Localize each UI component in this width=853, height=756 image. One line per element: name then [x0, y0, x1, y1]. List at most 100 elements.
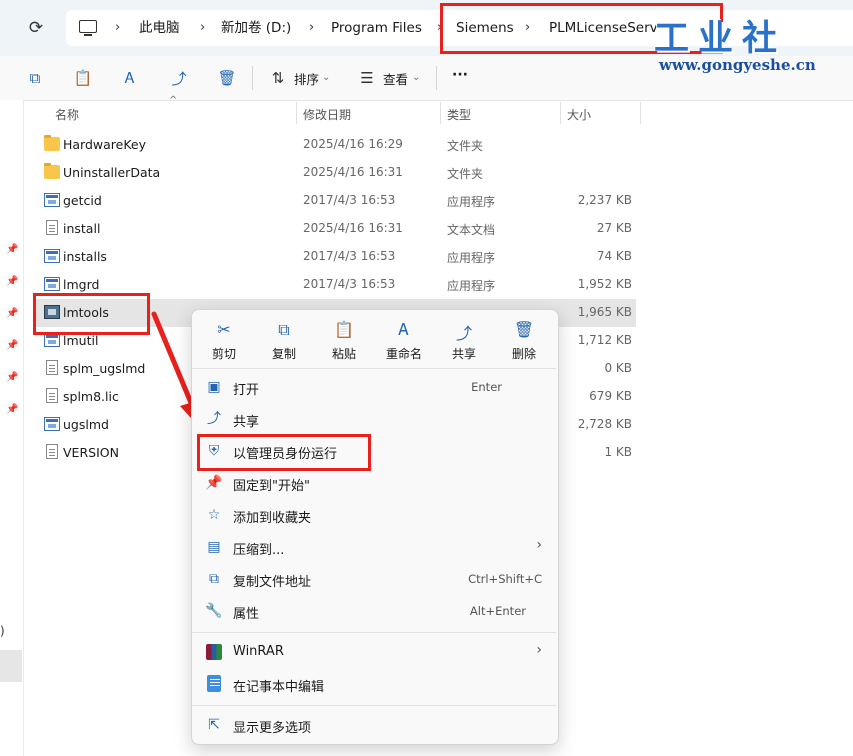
delete-icon[interactable]: 🗑: [217, 68, 237, 88]
notepad-icon: [207, 675, 221, 692]
menu-item-share[interactable]: ⤴ 共享: [192, 404, 556, 434]
breadcrumb-drive-d[interactable]: 新加卷 (D:): [221, 10, 291, 46]
rename-button[interactable]: Ꭺ 重命名: [375, 310, 433, 368]
menu-label: 添加到收藏夹: [233, 511, 312, 526]
menu-shortcut: Ctrl+Shift+C: [468, 572, 542, 586]
file-size: 27 KB: [596, 221, 632, 235]
menu-label: WinRAR: [233, 644, 284, 659]
pin-icon[interactable]: 📌: [6, 276, 18, 287]
rename-icon[interactable]: Ꭺ: [120, 68, 140, 88]
menu-label: 固定到"开始": [233, 479, 310, 494]
copy-label: 复制: [271, 347, 296, 361]
share-icon: ⤴: [455, 324, 472, 343]
file-row[interactable]: HardwareKey 2025/4/16 16:29 文件夹: [34, 131, 636, 159]
file-size: 1,952 KB: [577, 277, 632, 291]
sort-button[interactable]: 排序: [294, 69, 319, 88]
paste-icon: 📋: [334, 320, 354, 339]
menu-item-add-favorites[interactable]: ☆ 添加到收藏夹: [192, 500, 556, 530]
highlight-box-run-as-admin: [197, 434, 371, 471]
file-row[interactable]: getcid 2017/4/3 16:53 应用程序 2,237 KB: [34, 187, 636, 215]
file-name: getcid: [63, 193, 102, 208]
refresh-icon[interactable]: ⟳: [22, 14, 50, 42]
file-name: splm_ugslmd: [63, 361, 146, 376]
share-icon[interactable]: ⤴: [169, 68, 189, 88]
file-size: 1 KB: [604, 445, 632, 459]
text-document-icon: [46, 388, 58, 403]
wrench-icon: 🔧: [205, 603, 223, 619]
paste-button[interactable]: 📋 粘贴: [315, 310, 373, 368]
file-size: 2,728 KB: [577, 417, 632, 431]
chevron-down-icon: ⌄: [322, 72, 331, 83]
pin-icon[interactable]: 📌: [6, 404, 18, 415]
application-icon: [44, 333, 60, 347]
cut-button[interactable]: ✂ 剪切: [195, 310, 253, 368]
application-icon: [44, 249, 60, 263]
chevron-right-icon: ›: [536, 537, 542, 553]
copy-button[interactable]: ⧉ 复制: [255, 310, 313, 368]
text-document-icon: [46, 220, 58, 235]
context-menu: ✂ 剪切 ⧉ 复制 📋 粘贴 Ꭺ 重命名 ⤴ 共享 🗑 删除 ▣ 打开 Ente…: [191, 309, 559, 745]
cut-label: 剪切: [211, 347, 236, 361]
share-button[interactable]: ⤴ 共享: [435, 310, 493, 368]
paste-icon[interactable]: 📋: [73, 68, 93, 88]
menu-label: 打开: [233, 383, 260, 398]
menu-label: 显示更多选项: [233, 721, 312, 736]
copy-icon: ⧉: [278, 320, 290, 339]
sort-icon[interactable]: ⇅: [268, 68, 288, 88]
menu-item-open[interactable]: ▣ 打开 Enter: [192, 372, 556, 402]
menu-label: 复制文件地址: [233, 575, 312, 590]
view-button[interactable]: 查看: [383, 69, 408, 88]
menu-divider: [192, 705, 556, 706]
application-icon: [44, 193, 60, 207]
file-row[interactable]: install 2025/4/16 16:31 文本文档 27 KB: [34, 215, 636, 243]
delete-button[interactable]: 🗑 删除: [495, 310, 553, 368]
file-type: 应用程序: [447, 279, 496, 293]
column-header-date[interactable]: 修改日期: [303, 106, 351, 123]
breadcrumb-program-files[interactable]: Program Files: [331, 10, 422, 46]
delete-label: 删除: [511, 347, 536, 361]
column-header-name[interactable]: 名称: [55, 106, 79, 123]
menu-item-properties[interactable]: 🔧 属性 Alt+Enter: [192, 596, 556, 626]
menu-item-winrar[interactable]: WinRAR ›: [192, 637, 556, 667]
breadcrumb-this-pc[interactable]: 此电脑: [139, 10, 180, 46]
menu-item-more-options[interactable]: ⇱ 显示更多选项: [192, 710, 556, 740]
file-row[interactable]: UninstallerData 2025/4/16 16:31 文件夹: [34, 159, 636, 187]
chevron-right-icon: ›: [536, 642, 542, 658]
chevron-right-icon: ›: [115, 20, 121, 35]
column-divider: [440, 102, 441, 124]
delete-icon: 🗑: [513, 320, 535, 339]
column-header-type[interactable]: 类型: [447, 106, 471, 123]
open-icon: ▣: [207, 379, 221, 395]
star-icon: ☆: [207, 507, 221, 523]
menu-item-compress[interactable]: ▤ 压缩到... ›: [192, 532, 556, 562]
nav-item-partial[interactable]: ): [0, 624, 5, 638]
view-icon[interactable]: ☰: [357, 68, 377, 88]
text-document-icon: [46, 444, 58, 459]
file-name: ugslmd: [63, 417, 109, 432]
pin-icon[interactable]: 📌: [6, 372, 18, 383]
menu-item-notepad[interactable]: 在记事本中编辑: [192, 669, 556, 699]
application-icon: [44, 417, 60, 431]
menu-label: 共享: [233, 415, 260, 430]
more-options-button[interactable]: ···: [452, 67, 468, 83]
menu-label: 属性: [233, 607, 260, 622]
file-date: 2017/4/3 16:53: [303, 277, 396, 291]
menu-item-copy-path[interactable]: ⧉ 复制文件地址 Ctrl+Shift+C: [192, 564, 556, 594]
file-date: 2025/4/16 16:31: [303, 165, 403, 179]
pin-icon[interactable]: 📌: [6, 308, 18, 319]
pin-icon[interactable]: 📌: [6, 340, 18, 351]
file-size: 1,965 KB: [577, 305, 632, 319]
nav-item-hover[interactable]: [0, 650, 22, 682]
file-row[interactable]: installs 2017/4/3 16:53 应用程序 74 KB: [34, 243, 636, 271]
toolbar-divider: [436, 66, 437, 90]
menu-shortcut: Enter: [471, 380, 502, 394]
menu-item-pin-start[interactable]: 📌 固定到"开始": [192, 468, 556, 498]
pin-icon[interactable]: 📌: [6, 244, 18, 255]
copy-icon[interactable]: ⧉: [25, 68, 45, 88]
file-date: 2025/4/16 16:29: [303, 137, 403, 151]
file-type: 应用程序: [447, 251, 496, 265]
chevron-right-icon: ›: [309, 20, 315, 35]
column-header-size[interactable]: 大小: [567, 106, 591, 123]
watermark-title: 工业社: [654, 18, 787, 59]
chevron-down-icon: ⌄: [412, 72, 421, 83]
